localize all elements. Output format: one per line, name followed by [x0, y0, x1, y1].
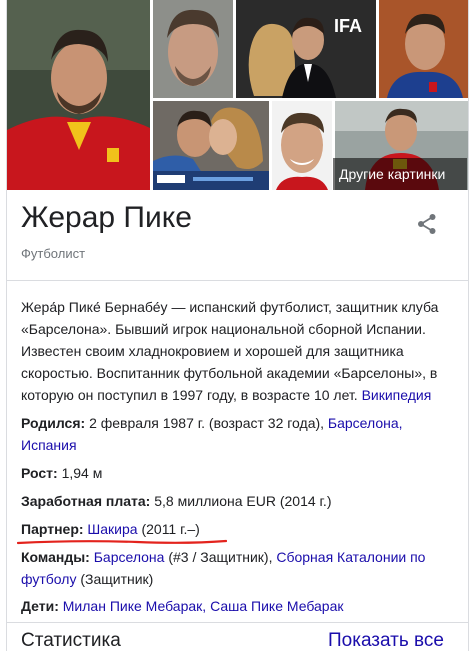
fact-born: Родился: 2 февраля 1987 г. (возраст 32 г…: [21, 412, 457, 456]
entity-title: Жерар Пике: [21, 201, 192, 234]
photo-smile[interactable]: [272, 101, 332, 190]
svg-text:IFA: IFA: [334, 16, 362, 36]
born-country-link[interactable]: Испания: [21, 437, 77, 453]
photo-closeup[interactable]: [153, 0, 233, 98]
wikipedia-link[interactable]: Википедия: [362, 387, 432, 403]
fact-label: Дети:: [21, 598, 59, 614]
fact-label: Рост:: [21, 465, 58, 481]
show-all-link[interactable]: Показать все: [328, 630, 444, 651]
fact-value: 1,94 м: [61, 465, 103, 481]
stats-heading: Статистика: [21, 630, 121, 651]
photo-couple-event[interactable]: IFA: [236, 0, 376, 98]
photo-kiss[interactable]: [153, 101, 269, 190]
child-sasha-link[interactable]: Саша Пике Мебарак: [210, 598, 343, 614]
more-images-button[interactable]: Другие картинки: [333, 158, 467, 190]
partner-link[interactable]: Шакира: [87, 521, 137, 537]
fact-children: Дети: Милан Пике Мебарак, Саша Пике Меба…: [21, 595, 457, 617]
fact-value: (#3 / Защитник),: [168, 549, 273, 565]
fact-value: 2 февраля 1987 г. (возраст 32 года),: [89, 415, 325, 431]
footer-divider: [7, 622, 468, 623]
fact-partner: Партнер: Шакира (2011 г.–): [21, 518, 457, 540]
photo-blue-jersey[interactable]: [379, 0, 468, 98]
child-milan-link[interactable]: Милан Пике Мебарак,: [63, 598, 206, 614]
fact-label: Родился:: [21, 415, 86, 431]
main-photo[interactable]: [7, 0, 150, 190]
fact-value: (2011 г.–): [141, 521, 200, 537]
fact-value: (Защитник): [80, 571, 154, 587]
fact-value: 5,8 миллиона EUR (2014 г.): [154, 493, 332, 509]
fact-label: Партнер:: [21, 521, 84, 537]
red-underline-annotation: [17, 539, 227, 545]
fact-label: Заработная плата:: [21, 493, 151, 509]
fact-salary: Заработная плата: 5,8 миллиона EUR (2014…: [21, 490, 457, 512]
born-city-link[interactable]: Барселона,: [328, 415, 403, 431]
fact-height: Рост: 1,94 м: [21, 462, 457, 484]
share-icon[interactable]: [415, 212, 439, 236]
fact-label: Команды:: [21, 549, 90, 565]
fact-teams: Команды: Барселона (#3 / Защитник), Сбор…: [21, 546, 457, 590]
entity-subtitle: Футболист: [21, 246, 86, 261]
description: Жера́р Пике́ Бернабе́у — испанский футбо…: [21, 296, 457, 406]
image-gallery: IFA Другие картинки: [7, 0, 468, 192]
header-divider: [7, 280, 468, 281]
team-barcelona-link[interactable]: Барселона: [94, 549, 165, 565]
knowledge-panel: IFA Другие картинки Жерар Пике Футболист…: [6, 0, 469, 651]
